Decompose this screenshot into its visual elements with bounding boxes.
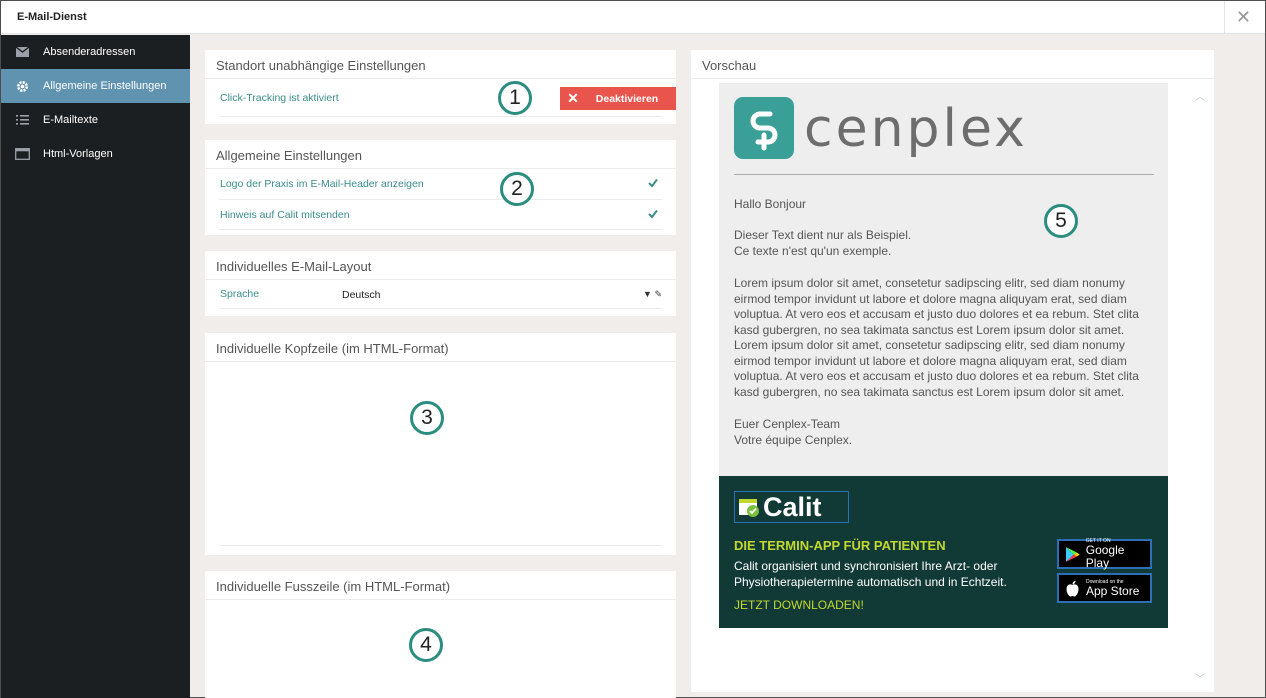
title-bar: E-Mail-Dienst ✕ <box>1 1 1265 34</box>
sample-text-fr: Ce texte n'est qu'un exemple. <box>734 244 892 258</box>
sidebar-item-e-mailtexte[interactable]: E-Mailtexte <box>1 103 190 137</box>
header-html-editor[interactable] <box>219 362 662 546</box>
option-row-logo: Logo der Praxis im E-Mail-Header anzeige… <box>219 169 662 200</box>
sidebar-item-absenderadressen[interactable]: Absenderadressen <box>1 35 190 69</box>
header-html-panel: Individuelle Kopfzeile (im HTML-Format) <box>205 333 676 555</box>
marker-5: 5 <box>1044 204 1078 238</box>
calit-ad-banner: Calit DIE TERMIN-APP FÜR PATIENTEN Calit… <box>719 476 1168 628</box>
panel-title: Standort unabhängige Einstellungen <box>205 50 676 79</box>
panel-title: Individuelle Fusszeile (im HTML-Format) <box>205 571 676 600</box>
deactivate-button[interactable]: ✕ Deaktivieren <box>560 87 676 110</box>
lorem-text: Lorem ipsum dolor sit amet, consetetur s… <box>734 276 1139 399</box>
apple-badge-big: App Store <box>1086 583 1140 598</box>
option-row-calit: Hinweis auf Calit mitsenden <box>219 200 662 230</box>
email-preview: cenplex Hallo Bonjour Dieser Text dient … <box>719 83 1168 476</box>
sidebar-item-allgemeine-einstellungen[interactable]: Allgemeine Einstellungen <box>1 69 190 103</box>
close-icon: ✕ <box>567 90 579 106</box>
sidebar-item-html-vorlagen[interactable]: Html-Vorlagen <box>1 137 190 171</box>
checkmark-icon[interactable] <box>648 178 658 188</box>
google-play-icon <box>1065 546 1080 562</box>
caret-down-icon[interactable]: ▼ <box>643 289 652 299</box>
panel-title: Individuelle Kopfzeile (im HTML-Format) <box>205 333 676 362</box>
list-icon <box>1 115 43 125</box>
option-label: Hinweis auf Calit mitsenden <box>220 208 350 221</box>
signature-de: Euer Cenplex-Team <box>734 417 841 431</box>
apple-icon <box>1066 580 1079 596</box>
title-divider <box>1224 1 1225 34</box>
ad-cta-link[interactable]: JETZT DOWNLOADEN! <box>734 598 864 612</box>
sidebar-item-label: Html-Vorlagen <box>43 148 113 160</box>
option-label: Logo der Praxis im E-Mail-Header anzeige… <box>220 178 424 190</box>
email-layout-panel: Individuelles E-Mail-Layout Sprache Deut… <box>205 251 676 316</box>
window-icon <box>1 148 43 160</box>
cenplex-logo: cenplex <box>734 97 1034 159</box>
pencil-icon[interactable]: ✎ <box>654 289 662 299</box>
greeting-text: Hallo Bonjour <box>734 197 807 211</box>
general-settings-panel: Allgemeine Einstellungen Logo der Praxis… <box>205 140 676 235</box>
checkmark-icon[interactable] <box>648 209 658 219</box>
sidebar-item-label: E-Mailtexte <box>43 114 99 126</box>
panel-title: Vorschau <box>691 50 1214 79</box>
scroll-up-icon[interactable]: ︿ <box>1195 88 1205 103</box>
calendar-check-icon <box>739 499 759 517</box>
deactivate-button-label: Deaktivieren <box>595 92 659 105</box>
sidebar: Absenderadressen Allgemeine Einstellunge… <box>1 35 190 698</box>
language-label: Sprache <box>220 288 260 300</box>
calit-logo-text: Calit <box>763 491 822 522</box>
preview-panel: Vorschau ︿ ﹀ cenplex Hallo Bonjour Diese… <box>691 50 1214 692</box>
click-tracking-row: Click-Tracking ist aktiviert ✕ Deaktivie… <box>219 79 676 117</box>
dropdown-edit-controls[interactable]: ▼ ✎ <box>643 289 662 300</box>
language-select[interactable]: Deutsch <box>342 289 381 301</box>
ad-headline: DIE TERMIN-APP FÜR PATIENTEN <box>734 538 946 553</box>
calit-logo: Calit <box>734 491 849 523</box>
app-window: E-Mail-Dienst ✕ Absenderadressen Allgeme… <box>0 0 1266 698</box>
cenplex-logo-text: cenplex <box>804 99 1028 159</box>
close-icon[interactable]: ✕ <box>1236 7 1251 28</box>
google-play-badge[interactable]: GET IT ON Google Play <box>1057 538 1152 570</box>
marker-4: 4 <box>409 628 443 662</box>
ad-body: Calit organisiert und synchronisiert Ihr… <box>734 559 1007 589</box>
marker-2: 2 <box>500 172 534 206</box>
envelope-icon <box>1 47 43 57</box>
gear-icon <box>1 80 43 93</box>
sidebar-item-label: Allgemeine Einstellungen <box>43 80 167 92</box>
signature-fr: Votre équipe Cenplex. <box>734 433 853 447</box>
language-row[interactable]: Sprache Deutsch ▼ ✎ <box>219 280 662 309</box>
scroll-down-icon[interactable]: ﹀ <box>1195 670 1205 685</box>
google-badge-big: Google Play <box>1085 543 1125 570</box>
location-settings-panel: Standort unabhängige Einstellungen Click… <box>205 50 676 124</box>
cenplex-logo-icon <box>734 97 794 159</box>
sidebar-item-label: Absenderadressen <box>43 46 136 58</box>
sample-text-de: Dieser Text dient nur als Beispiel. <box>734 228 912 242</box>
click-tracking-label: Click-Tracking ist aktiviert <box>220 91 339 104</box>
window-title: E-Mail-Dienst <box>17 11 87 23</box>
panel-title: Allgemeine Einstellungen <box>205 140 676 169</box>
footer-html-panel: Individuelle Fusszeile (im HTML-Format) <box>205 571 676 698</box>
app-store-badge[interactable]: Download on the App Store <box>1057 573 1152 603</box>
panel-title: Individuelles E-Mail-Layout <box>205 251 676 280</box>
header-divider <box>734 174 1154 175</box>
marker-1: 1 <box>498 81 532 115</box>
marker-3: 3 <box>410 401 444 435</box>
